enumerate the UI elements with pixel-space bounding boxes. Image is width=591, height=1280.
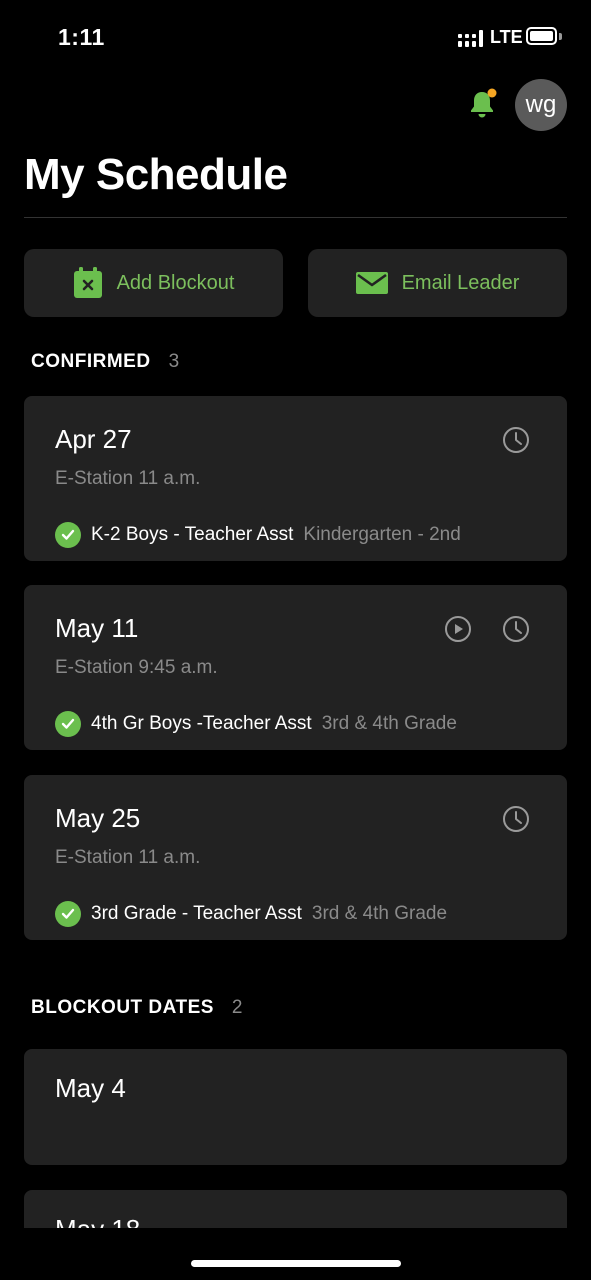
page-title: My Schedule — [24, 150, 288, 199]
battery-tip — [559, 33, 562, 40]
card-assignment: 4th Gr Boys -Teacher Asst 3rd & 4th Grad… — [55, 711, 457, 737]
avatar[interactable]: wg — [515, 79, 567, 131]
clock-icon[interactable] — [502, 805, 530, 833]
blockout-date: May 4 — [55, 1073, 126, 1103]
clock-icon[interactable] — [502, 615, 530, 643]
card-date: May 25 — [55, 803, 141, 833]
card-date: May 11 — [55, 613, 139, 643]
home-indicator[interactable] — [191, 1260, 401, 1267]
card-time: E-Station 11 a.m. — [55, 847, 201, 868]
card-group: 3rd & 4th Grade — [321, 713, 457, 734]
play-icon[interactable] — [444, 615, 472, 643]
network-label: LTE — [490, 27, 523, 47]
calendar-x-icon — [73, 267, 102, 298]
blockout-heading-label: BLOCKOUT DATES — [31, 997, 214, 1018]
mail-icon — [355, 272, 388, 294]
card-time: E-Station 9:45 a.m. — [55, 657, 218, 678]
email-leader-button[interactable]: Email Leader — [308, 249, 567, 317]
bottom-safe-area — [0, 1228, 591, 1280]
card-assignment: K-2 Boys - Teacher Asst Kindergarten - 2… — [55, 522, 461, 548]
card-assignment: 3rd Grade - Teacher Asst 3rd & 4th Grade — [55, 901, 447, 927]
schedule-card[interactable]: May 25 E-Station 11 a.m. 3rd Grade - Tea… — [24, 775, 567, 940]
confirmed-section-heading: CONFIRMED 3 — [31, 351, 180, 373]
add-blockout-button[interactable]: Add Blockout — [24, 249, 283, 317]
email-leader-label: Email Leader — [401, 271, 520, 294]
check-icon — [55, 522, 81, 548]
blockout-section-heading: BLOCKOUT DATES 2 — [31, 997, 243, 1019]
confirmed-heading-label: CONFIRMED — [31, 351, 151, 372]
card-date: Apr 27 — [55, 424, 132, 454]
card-role: K-2 Boys - Teacher Asst — [91, 524, 294, 545]
battery-icon — [526, 27, 557, 45]
check-icon — [55, 711, 81, 737]
bell-icon[interactable] — [466, 88, 498, 120]
title-divider — [24, 217, 567, 218]
status-time: 1:11 — [58, 24, 105, 50]
blockout-card[interactable]: May 4 — [24, 1049, 567, 1165]
card-role: 3rd Grade - Teacher Asst — [91, 903, 302, 924]
clock-icon[interactable] — [502, 426, 530, 454]
signal-icon — [458, 30, 483, 47]
card-group: 3rd & 4th Grade — [311, 903, 448, 924]
card-time: E-Station 11 a.m. — [55, 468, 201, 489]
add-blockout-label: Add Blockout — [116, 271, 235, 294]
card-role: 4th Gr Boys -Teacher Asst — [91, 713, 312, 734]
blockout-count: 2 — [231, 997, 243, 1018]
schedule-card[interactable]: May 11 E-Station 9:45 a.m. 4th Gr Boys -… — [24, 585, 567, 750]
check-icon — [55, 901, 81, 927]
schedule-card[interactable]: Apr 27 E-Station 11 a.m. K-2 Boys - Teac… — [24, 396, 567, 561]
status-bar: 1:11 LTE — [0, 0, 591, 76]
card-group: Kindergarten - 2nd — [303, 524, 461, 545]
confirmed-count: 3 — [168, 351, 180, 372]
